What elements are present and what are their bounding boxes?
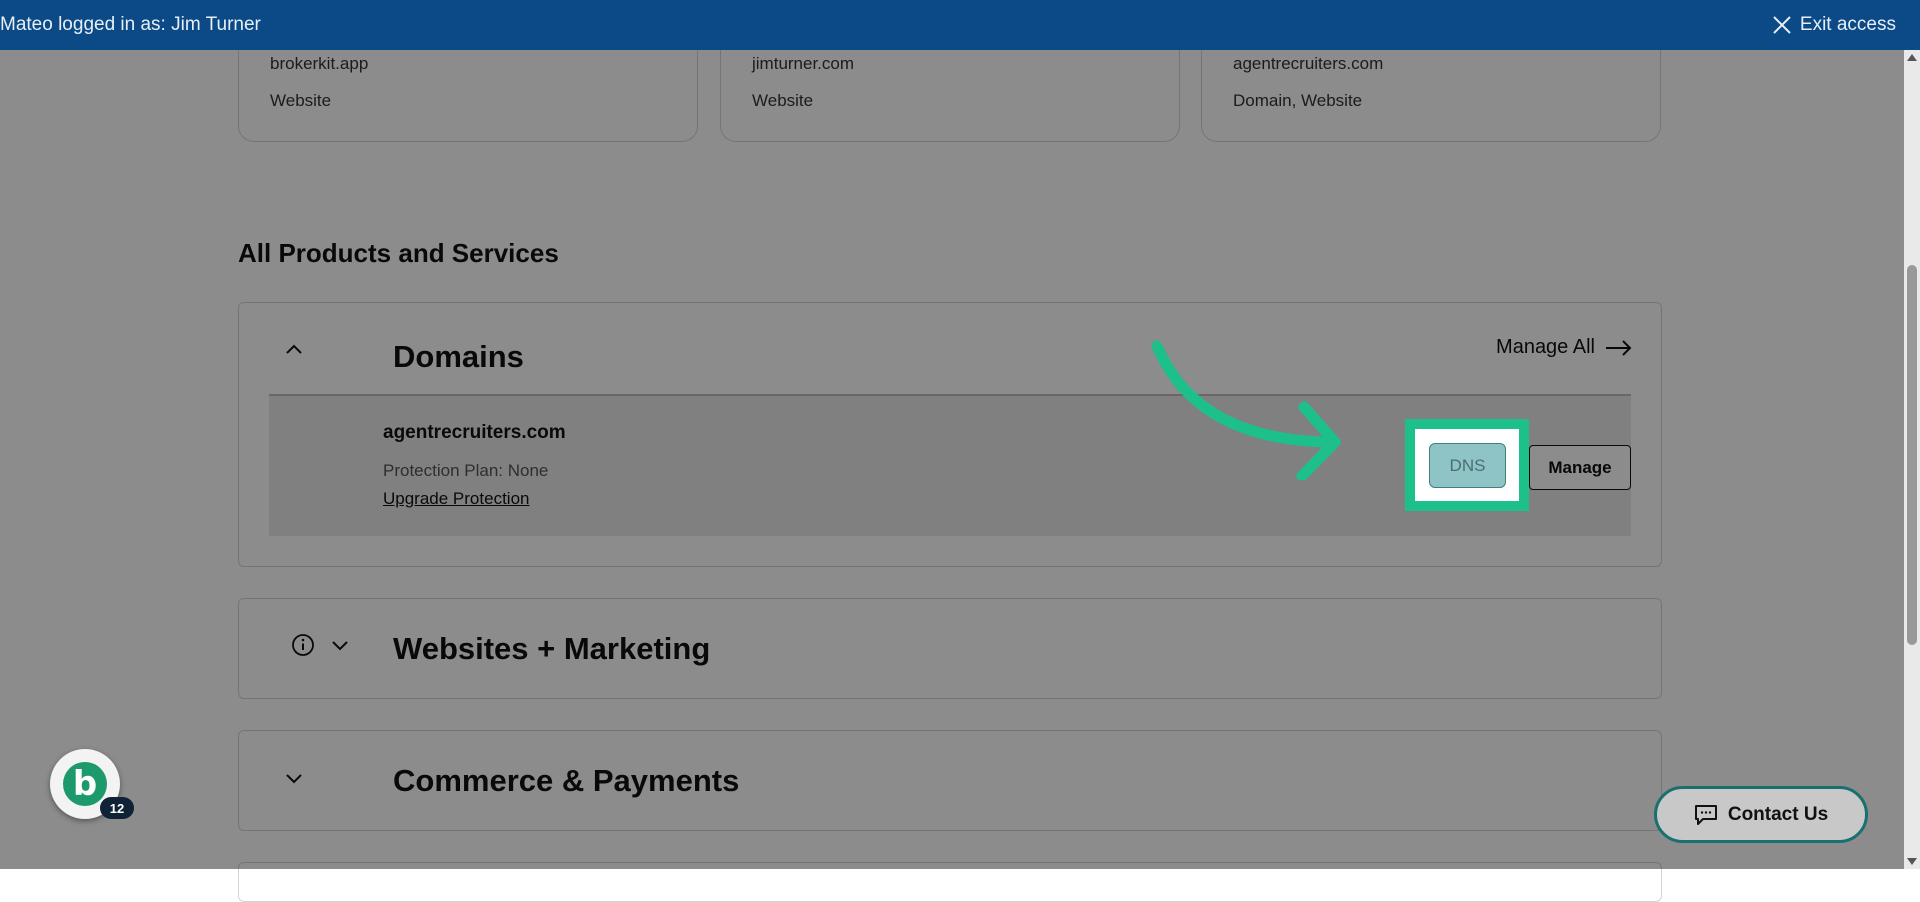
protection-plan: Protection Plan: None	[383, 461, 549, 480]
chat-icon	[1694, 804, 1717, 825]
manage-all-link[interactable]: Manage All	[1496, 336, 1633, 359]
arrow-right-icon	[1606, 339, 1632, 356]
dns-button[interactable]: DNS	[1429, 443, 1506, 488]
site-card-domain: agentrecruiters.com	[1233, 54, 1384, 73]
login-text: Mateo logged in as: Jim Turner	[0, 14, 261, 35]
manage-button[interactable]: Manage	[1529, 445, 1631, 490]
next-panel	[238, 862, 1662, 902]
site-card-type: Website	[752, 91, 814, 110]
page: brokerkit.app Website jimturner.com Webs…	[0, 0, 1920, 902]
info-icon[interactable]	[291, 633, 315, 657]
close-icon	[1773, 16, 1791, 34]
site-card-jimturner[interactable]: jimturner.com Website	[720, 40, 1180, 142]
vertical-scrollbar[interactable]	[1904, 50, 1920, 869]
commerce-title: Commerce & Payments	[393, 763, 740, 798]
scroll-thumb[interactable]	[1907, 265, 1917, 645]
contact-us-button[interactable]: Contact Us	[1654, 786, 1868, 843]
commerce-panel: Commerce & Payments	[238, 730, 1662, 831]
manage-all-label: Manage All	[1496, 336, 1595, 358]
section-title: All Products and Services	[238, 238, 559, 268]
site-card-type: Domain, Website	[1233, 91, 1363, 110]
upgrade-protection-link[interactable]: Upgrade Protection	[383, 489, 529, 509]
domain-name: agentrecruiters.com	[383, 422, 566, 443]
site-card-domain: jimturner.com	[752, 54, 855, 73]
contact-us-label: Contact Us	[1727, 803, 1829, 825]
scroll-down-icon[interactable]	[1907, 858, 1917, 865]
bubble-letter: b	[63, 762, 107, 806]
impersonation-banner: Mateo logged in as: Jim Turner Exit acce…	[0, 0, 1920, 50]
chevron-down-icon[interactable]	[331, 636, 349, 654]
site-card-agentrecruiters[interactable]: agentrecruiters.com Domain, Website	[1201, 40, 1661, 142]
notification-count-badge: 12	[100, 797, 134, 819]
exit-access-button[interactable]: Exit access	[1772, 14, 1896, 36]
chevron-up-icon[interactable]	[285, 341, 303, 359]
site-card-domain: brokerkit.app	[270, 54, 369, 73]
site-card-type: Website	[270, 91, 332, 110]
pointer-arrow-icon	[1151, 340, 1341, 480]
scroll-up-icon[interactable]	[1907, 54, 1917, 61]
chevron-down-icon[interactable]	[285, 769, 303, 787]
websites-title: Websites + Marketing	[393, 631, 711, 666]
domains-title: Domains	[393, 339, 524, 374]
site-card-brokerkit[interactable]: brokerkit.app Website	[238, 40, 698, 142]
exit-access-label: Exit access	[1799, 14, 1896, 35]
websites-panel: Websites + Marketing	[238, 598, 1662, 699]
